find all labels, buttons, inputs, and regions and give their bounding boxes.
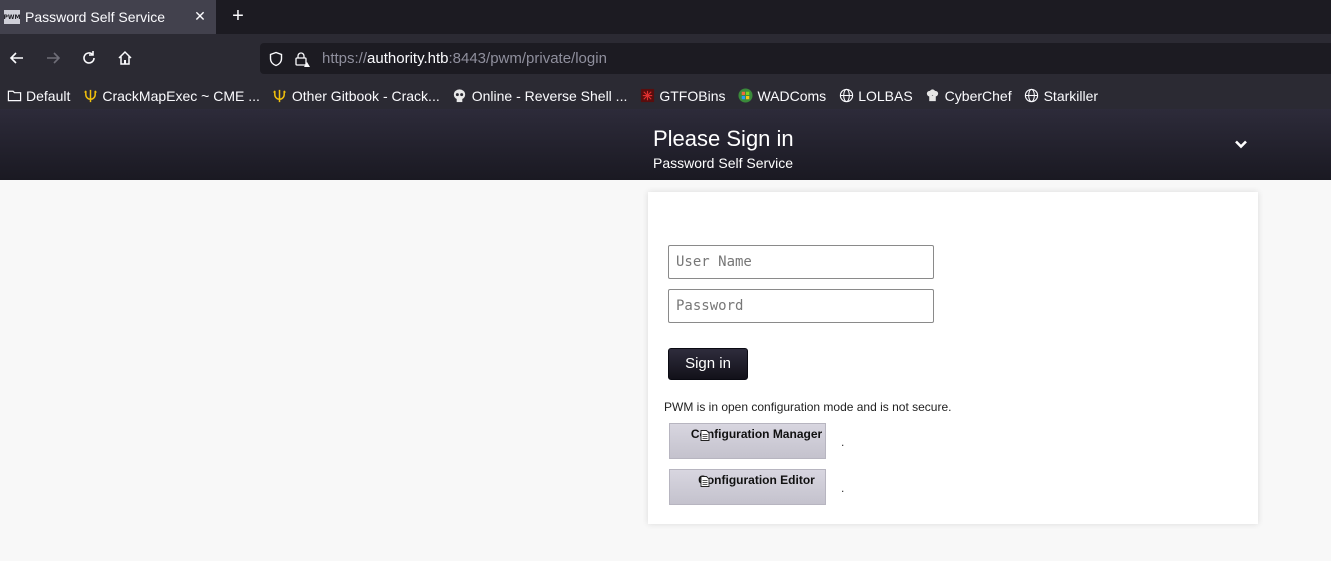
- config-mode-notice: PWM is in open configuration mode and is…: [664, 400, 952, 414]
- folder-icon: [6, 88, 22, 104]
- bookmark-crackmapexec[interactable]: CrackMapExec ~ CME ...: [82, 88, 260, 104]
- url-host: authority.htb: [367, 50, 449, 67]
- url-scheme: https://: [322, 50, 368, 67]
- document-icon: [700, 430, 710, 441]
- sign-in-button[interactable]: Sign in: [668, 348, 748, 380]
- url-bar[interactable]: https://authority.htb:8443/pwm/private/l…: [260, 43, 1331, 74]
- bookmark-cyberchef[interactable]: CyberChef: [925, 88, 1012, 104]
- close-tab-icon[interactable]: ✕: [192, 8, 208, 24]
- bookmark-label: Other Gitbook - Crack...: [291, 87, 440, 104]
- bookmark-reverse-shell[interactable]: Online - Reverse Shell ...: [452, 87, 628, 104]
- password-input[interactable]: [668, 289, 934, 323]
- trailing-dot: .: [841, 481, 845, 495]
- bookmark-label: CrackMapExec ~ CME ...: [102, 87, 260, 104]
- browser-tab-bar: PWM Password Self Service ✕ +: [0, 0, 1331, 34]
- globe-icon: [1024, 88, 1040, 104]
- shield-icon[interactable]: [268, 51, 284, 67]
- globe-icon: [838, 88, 854, 104]
- url-text[interactable]: https://authority.htb:8443/pwm/private/l…: [322, 50, 607, 67]
- gtfobins-icon: [639, 88, 655, 104]
- bookmark-default[interactable]: Default: [6, 88, 70, 104]
- chef-icon: [925, 88, 941, 104]
- forward-arrow-icon[interactable]: [43, 48, 63, 68]
- reload-icon[interactable]: [79, 48, 99, 68]
- back-arrow-icon[interactable]: [7, 48, 27, 68]
- username-input[interactable]: [668, 245, 934, 279]
- page-title: Please Sign in: [653, 126, 794, 151]
- configuration-editor-label: Configuration Editor: [698, 473, 815, 487]
- bookmark-label: LOLBAS: [858, 87, 913, 104]
- bookmark-starkiller[interactable]: Starkiller: [1024, 88, 1098, 104]
- bookmark-label: CyberChef: [944, 87, 1012, 104]
- bookmark-gitbook[interactable]: Other Gitbook - Crack...: [272, 88, 440, 104]
- configuration-editor-button[interactable]: Configuration Editor: [669, 469, 826, 505]
- new-tab-plus-icon[interactable]: +: [228, 6, 248, 26]
- bookmark-label: Online - Reverse Shell ...: [471, 87, 628, 104]
- tab-title: Password Self Service: [25, 9, 166, 25]
- windows-icon: [737, 88, 753, 104]
- bookmark-label: Default: [26, 87, 71, 104]
- bookmark-lolbas[interactable]: LOLBAS: [838, 87, 913, 104]
- configuration-manager-label: Configuration Manager: [690, 427, 823, 441]
- chevron-down-icon[interactable]: [1232, 135, 1250, 153]
- configuration-manager-button[interactable]: Configuration Manager: [669, 423, 826, 459]
- browser-nav-bar: https://authority.htb:8443/pwm/private/l…: [0, 34, 1331, 82]
- home-icon[interactable]: [115, 48, 135, 68]
- browser-tab[interactable]: PWM Password Self Service ✕: [0, 0, 216, 34]
- login-panel: Sign in PWM is in open configuration mod…: [648, 192, 1258, 524]
- trident-icon: [272, 88, 288, 104]
- bookmark-gtfobins[interactable]: GTFOBins: [639, 88, 725, 104]
- page-header: Please Sign in Password Self Service: [0, 109, 1331, 180]
- page-subtitle: Password Self Service: [653, 155, 794, 171]
- bookmark-wadcoms[interactable]: WADComs: [737, 88, 826, 104]
- document-icon: [700, 476, 710, 487]
- pwm-favicon-icon: PWM: [4, 10, 21, 24]
- bookmark-label: GTFOBins: [659, 87, 726, 104]
- trailing-dot: .: [841, 435, 845, 449]
- trident-icon: [82, 88, 98, 104]
- bookmark-label: WADComs: [757, 87, 827, 104]
- bookmark-label: Starkiller: [1043, 87, 1099, 104]
- skull-icon: [452, 88, 468, 104]
- url-path: :8443/pwm/private/login: [448, 50, 607, 67]
- lock-warning-icon[interactable]: [294, 51, 310, 67]
- bookmarks-bar: Default CrackMapExec ~ CME ... Other Git…: [0, 82, 1331, 109]
